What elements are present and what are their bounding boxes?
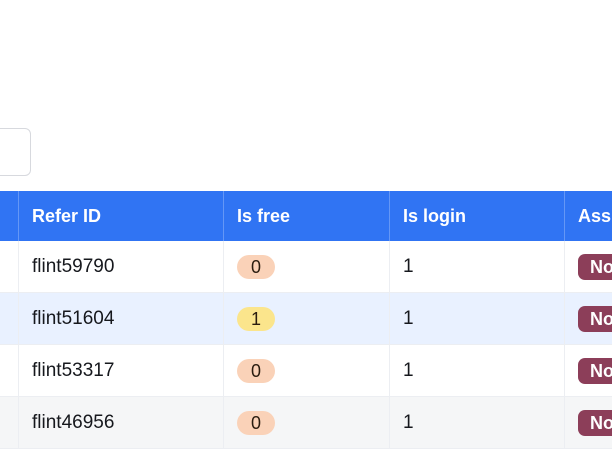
- is-login-cell: 1: [390, 397, 565, 448]
- is-free-badge: 0: [237, 358, 275, 383]
- header-assigned[interactable]: Ass: [565, 191, 612, 241]
- status-tag: No: [578, 305, 612, 332]
- filter-input[interactable]: [0, 128, 31, 176]
- header-assigned-label: Ass: [578, 205, 612, 226]
- header-select-column[interactable]: [0, 191, 19, 241]
- refer-id-cell: flint51604: [19, 293, 224, 344]
- is-free-cell: 0: [224, 345, 390, 396]
- table-row[interactable]: flint46956 0 1 No: [0, 397, 612, 449]
- header-refer-id-label: Refer ID: [32, 205, 102, 226]
- data-table: Refer ID Is free Is login Ass flint59790…: [0, 191, 612, 449]
- header-is-login[interactable]: Is login: [390, 191, 565, 241]
- assigned-cell: No: [565, 345, 612, 396]
- is-free-badge: 1: [237, 306, 275, 331]
- assigned-cell: No: [565, 241, 612, 292]
- row-select-cell[interactable]: [0, 293, 19, 344]
- table-row[interactable]: flint51604 1 1 No: [0, 293, 612, 345]
- row-select-cell[interactable]: [0, 345, 19, 396]
- status-tag: No: [578, 253, 612, 280]
- is-free-badge: 0: [237, 410, 275, 435]
- row-select-cell[interactable]: [0, 397, 19, 448]
- assigned-cell: No: [565, 397, 612, 448]
- refer-id-cell: flint46956: [19, 397, 224, 448]
- table-header-row: Refer ID Is free Is login Ass: [0, 191, 612, 241]
- status-tag: No: [578, 357, 612, 384]
- table-row[interactable]: flint59790 0 1 No: [0, 241, 612, 293]
- refer-id-cell: flint53317: [19, 345, 224, 396]
- page: Refer ID Is free Is login Ass flint59790…: [0, 0, 612, 459]
- header-is-login-label: Is login: [403, 205, 466, 226]
- is-free-cell: 1: [224, 293, 390, 344]
- header-is-free[interactable]: Is free: [224, 191, 390, 241]
- is-login-cell: 1: [390, 345, 565, 396]
- is-free-badge: 0: [237, 254, 275, 279]
- is-free-cell: 0: [224, 397, 390, 448]
- header-is-free-label: Is free: [237, 205, 291, 226]
- is-free-cell: 0: [224, 241, 390, 292]
- is-login-cell: 1: [390, 241, 565, 292]
- assigned-cell: No: [565, 293, 612, 344]
- table-row[interactable]: flint53317 0 1 No: [0, 345, 612, 397]
- status-tag: No: [578, 409, 612, 436]
- header-refer-id[interactable]: Refer ID: [19, 191, 224, 241]
- refer-id-cell: flint59790: [19, 241, 224, 292]
- row-select-cell[interactable]: [0, 241, 19, 292]
- is-login-cell: 1: [390, 293, 565, 344]
